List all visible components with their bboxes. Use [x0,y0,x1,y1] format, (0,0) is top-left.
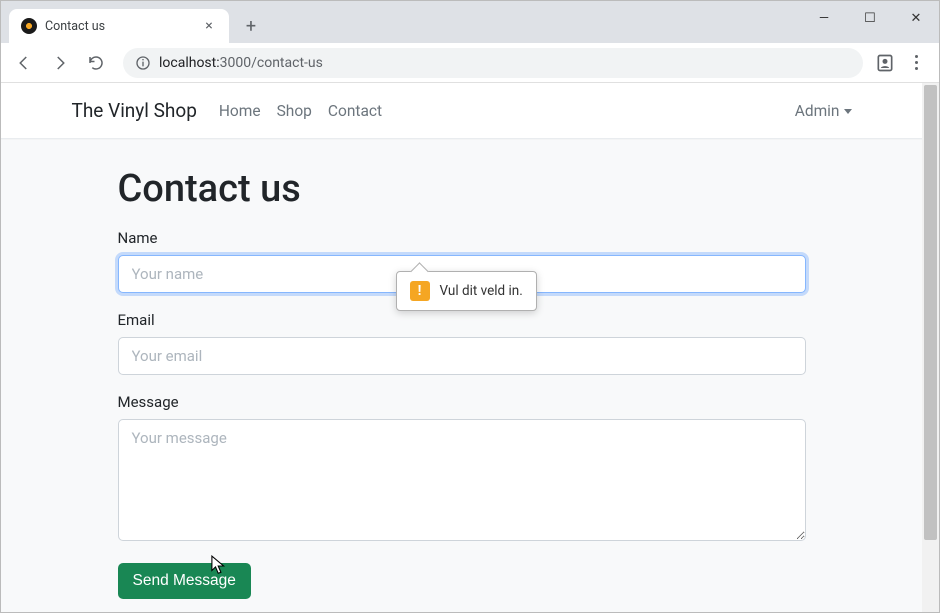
window-close-button[interactable]: ✕ [893,1,939,35]
validation-message: Vul dit veld in. [440,283,523,299]
window-minimize-button[interactable]: — [801,1,847,35]
back-button[interactable] [9,48,39,78]
vertical-scrollbar[interactable] [922,83,939,612]
page-title: Contact us [118,167,806,211]
warning-icon: ! [410,281,430,301]
nav-link-contact[interactable]: Contact [328,102,382,120]
nav-link-shop[interactable]: Shop [277,102,312,120]
arrow-right-icon [51,54,69,72]
message-label: Message [118,393,806,411]
tab-title: Contact us [45,19,193,34]
send-message-button[interactable]: Send Message [118,563,251,599]
scrollbar-thumb[interactable] [924,85,937,540]
email-input[interactable] [118,337,806,375]
site-navbar: The Vinyl Shop Home Shop Contact Admin [1,83,922,139]
url-text: localhost:3000/contact-us [159,55,323,71]
message-textarea[interactable] [118,419,806,541]
profile-icon[interactable] [875,53,895,73]
vinyl-favicon-icon [21,18,37,34]
browser-tab[interactable]: Contact us × [9,9,229,43]
admin-dropdown[interactable]: Admin [795,102,852,120]
browser-tab-strip: Contact us × + — ☐ ✕ [1,1,939,43]
name-label: Name [118,229,806,247]
arrow-left-icon [15,54,33,72]
email-label: Email [118,311,806,329]
browser-toolbar: localhost:3000/contact-us [1,43,939,83]
close-tab-icon[interactable]: × [201,18,217,34]
page-viewport: The Vinyl Shop Home Shop Contact Admin C… [1,83,922,612]
admin-label: Admin [795,102,840,120]
new-tab-button[interactable]: + [237,12,265,40]
validation-tooltip: ! Vul dit veld in. [396,271,537,311]
reload-button[interactable] [81,48,111,78]
address-bar[interactable]: localhost:3000/contact-us [123,48,863,78]
browser-menu-button[interactable] [901,48,931,78]
info-icon [135,55,151,71]
window-maximize-button[interactable]: ☐ [847,1,893,35]
nav-link-home[interactable]: Home [219,102,261,120]
brand[interactable]: The Vinyl Shop [72,99,197,122]
forward-button[interactable] [45,48,75,78]
reload-icon [87,54,105,72]
caret-down-icon [844,109,852,114]
